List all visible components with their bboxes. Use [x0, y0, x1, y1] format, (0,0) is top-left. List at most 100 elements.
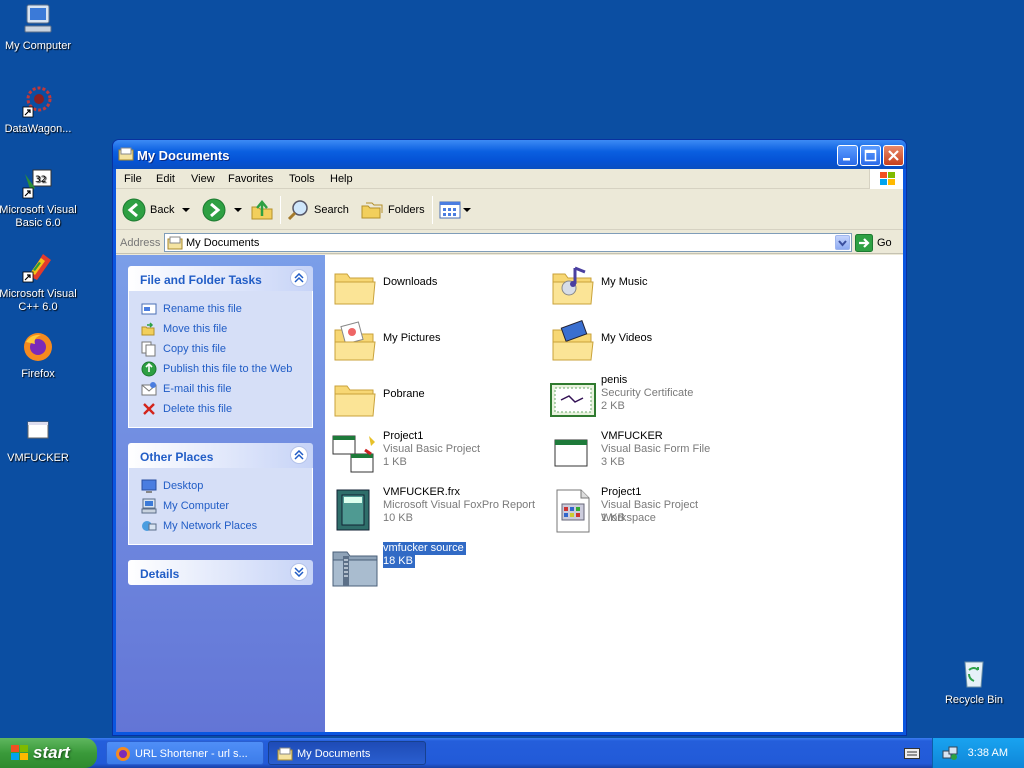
file-item[interactable]: My Music [545, 262, 755, 312]
menu-file[interactable]: File [124, 173, 142, 185]
search-button[interactable]: Search [286, 198, 349, 222]
menu-edit[interactable]: Edit [156, 173, 175, 185]
standard-toolbar: Back Search Folders [116, 190, 903, 230]
start-button[interactable]: start [0, 738, 97, 768]
task-publish[interactable]: Publish this file to the Web [141, 359, 312, 379]
file-item[interactable]: Pobrane [327, 374, 537, 424]
file-list[interactable]: Downloads My Music My Pictures My Videos… [325, 255, 903, 732]
place-my-network-places[interactable]: My Network Places [141, 516, 312, 536]
desktop-icon-visual-cpp[interactable]: Microsoft Visual C++ 6.0 [0, 250, 78, 314]
desktop-icon-firefox[interactable]: Firefox [0, 330, 78, 381]
desktop-icon-label: Recycle Bin [944, 694, 1004, 706]
globe-icon [141, 361, 157, 377]
desktop-icon-label: Firefox [21, 368, 55, 380]
task-pane: File and Folder Tasks Rename this file M… [116, 255, 325, 732]
file-item[interactable]: VMFUCKER.frx Microsoft Visual FoxPro Rep… [327, 486, 537, 536]
group-title: Details [140, 567, 180, 581]
address-input[interactable]: My Documents [164, 233, 852, 252]
desktop-icon-vmfucker[interactable]: VMFUCKER [0, 414, 78, 465]
task-copy[interactable]: Copy this file [141, 339, 312, 359]
taskbar-item-firefox[interactable]: URL Shortener - url s... [106, 741, 264, 765]
taskbar-item-label: URL Shortener - url s... [135, 748, 248, 760]
go-arrow-icon [855, 233, 873, 252]
desktop-icon-recycle-bin[interactable]: Recycle Bin [934, 656, 1014, 707]
file-type: Visual Basic Project [383, 443, 481, 455]
toolbar-separator [432, 196, 433, 224]
chevron-down-icon[interactable] [462, 205, 472, 215]
file-item[interactable]: Project1 Visual Basic Project Workspace … [545, 486, 755, 536]
file-item-selected[interactable]: vmfucker source 18 KB [327, 542, 537, 592]
file-item[interactable]: penis Security Certificate 2 KB [545, 374, 755, 424]
chevron-down-icon [294, 567, 304, 577]
network-places-icon [142, 521, 157, 531]
zip-folder-icon [332, 551, 378, 587]
other-places-header[interactable]: Other Places [128, 443, 313, 468]
vb-project-icon [332, 435, 375, 473]
task-delete[interactable]: Delete this file [141, 399, 312, 419]
desktop-icon-label: Microsoft Visual Basic 6.0 [0, 204, 77, 229]
expand-button[interactable] [290, 563, 308, 581]
windows-logo [869, 169, 903, 189]
file-type: Microsoft Visual FoxPro Report [383, 499, 536, 511]
menu-bar: File Edit View Favorites Tools Help [116, 169, 903, 189]
rename-icon [141, 303, 157, 315]
taskbar-item-label: My Documents [297, 748, 371, 760]
minimize-button[interactable] [837, 145, 858, 166]
collapse-button[interactable] [290, 446, 308, 464]
file-item[interactable]: VMFUCKER Visual Basic Form File 3 KB [545, 430, 755, 480]
file-item[interactable]: Downloads [327, 262, 537, 312]
file-name: My Pictures [383, 332, 441, 344]
file-item[interactable]: Project1 Visual Basic Project 1 KB [327, 430, 537, 480]
title-bar[interactable]: My Documents [113, 140, 906, 169]
search-label: Search [314, 204, 349, 216]
forward-button[interactable] [202, 198, 244, 222]
desktop-icon-visual-basic[interactable]: 32 Microsoft Visual Basic 6.0 [0, 166, 78, 230]
address-label: Address [120, 237, 161, 249]
menu-tools[interactable]: Tools [289, 173, 315, 185]
task-move[interactable]: Move this file [141, 319, 312, 339]
desktop-icon-label: Microsoft Visual C++ 6.0 [0, 288, 77, 313]
explorer-window[interactable]: My Documents File Edit View Favorites To… [112, 139, 907, 736]
my-computer-icon [24, 4, 52, 33]
views-button[interactable] [438, 198, 472, 222]
menu-help[interactable]: Help [330, 173, 353, 185]
place-desktop[interactable]: Desktop [141, 476, 312, 496]
task-rename[interactable]: Rename this file [141, 299, 312, 319]
collapse-button[interactable] [290, 269, 308, 287]
close-button[interactable] [883, 145, 904, 166]
details-header[interactable]: Details [128, 560, 313, 585]
place-label: My Network Places [163, 520, 258, 532]
pictures-folder-icon [334, 321, 376, 361]
network-connection-icon[interactable] [942, 745, 958, 761]
place-label: My Computer [163, 500, 230, 512]
place-my-computer[interactable]: My Computer [141, 496, 312, 516]
chevron-down-icon [838, 240, 847, 247]
menu-favorites[interactable]: Favorites [228, 173, 273, 185]
menu-view[interactable]: View [191, 173, 215, 185]
file-item[interactable]: My Pictures [327, 318, 537, 368]
folders-button[interactable]: Folders [360, 198, 425, 222]
file-size: 1 KB [383, 456, 407, 468]
chevron-down-icon[interactable] [180, 205, 192, 215]
maximize-button[interactable] [860, 145, 881, 166]
chevron-down-icon[interactable] [232, 205, 244, 215]
file-folder-tasks-header[interactable]: File and Folder Tasks [128, 266, 313, 291]
taskbar-item-my-documents[interactable]: My Documents [268, 741, 426, 765]
views-icon [439, 201, 461, 219]
go-button[interactable]: Go [855, 233, 892, 252]
task-email[interactable]: E-mail this file [141, 379, 312, 399]
task-label: Copy this file [163, 343, 226, 355]
file-item[interactable]: My Videos [545, 318, 755, 368]
folders-icon [361, 202, 383, 219]
file-name: My Videos [601, 332, 653, 344]
keyboard-icon[interactable] [904, 746, 920, 760]
back-label: Back [150, 204, 175, 216]
my-documents-icon [167, 236, 183, 250]
svg-text:32: 32 [35, 175, 46, 185]
address-dropdown-button[interactable] [835, 235, 850, 250]
up-folder-button[interactable] [250, 198, 274, 222]
desktop-icon-datawagon[interactable]: DataWagon... [0, 85, 78, 136]
firefox-icon [116, 747, 130, 761]
back-button[interactable]: Back [122, 198, 192, 222]
desktop-icon-my-computer[interactable]: My Computer [0, 2, 78, 53]
